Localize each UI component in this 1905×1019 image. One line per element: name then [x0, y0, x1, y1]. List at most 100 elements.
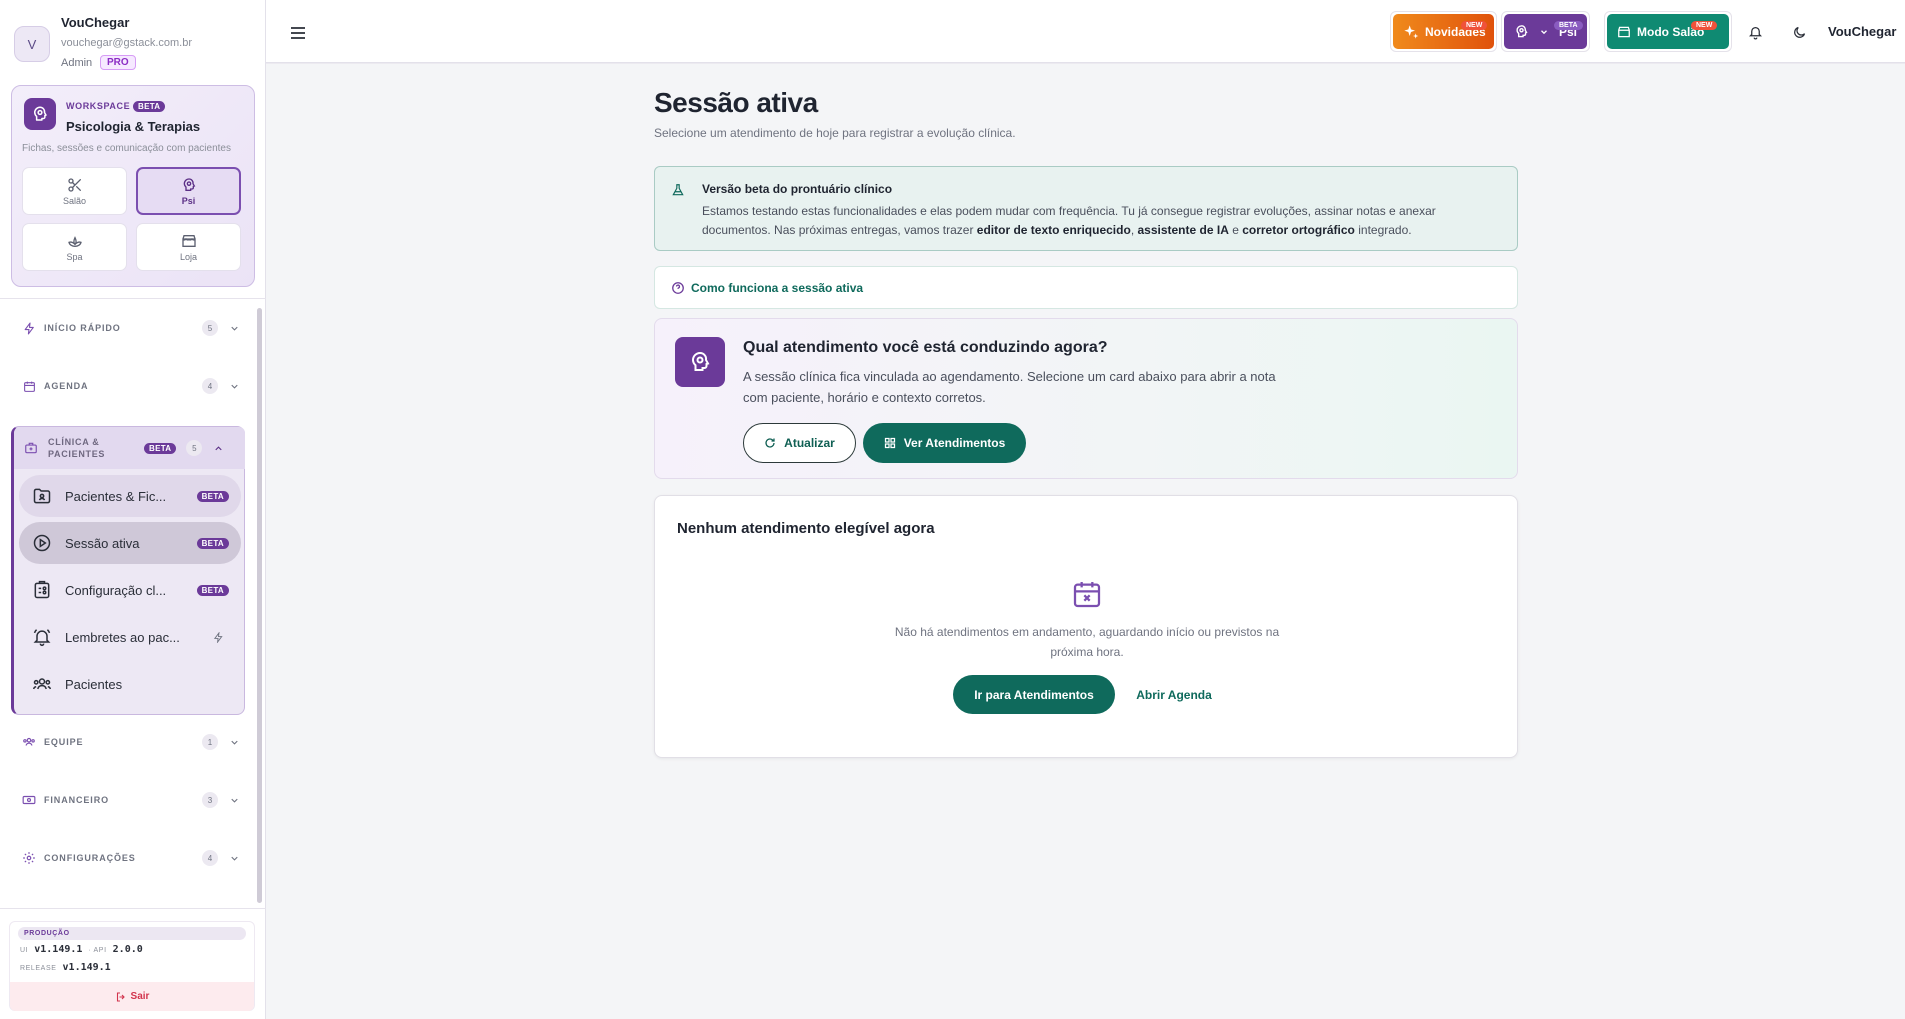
version-value: v1.149.1: [62, 962, 111, 973]
sidebar-item-patients-records[interactable]: Pacientes & Fic... BETA: [19, 475, 241, 517]
chevron-down-icon: [230, 326, 238, 331]
workspace-tile-salao[interactable]: Salão: [22, 167, 127, 215]
nav-section-agenda[interactable]: AGENDA 4: [14, 372, 240, 400]
nav-count-badge: 4: [202, 378, 218, 394]
brain-icon: [183, 177, 195, 191]
nav-section-settings[interactable]: CONFIGURAÇÕES 4: [14, 844, 240, 872]
top-bar: Novidades NEW Psi BETA Modo Salão NEW Vo…: [266, 0, 1905, 63]
logout-button[interactable]: Sair: [10, 982, 254, 1011]
clipboard-settings-icon: [34, 580, 50, 599]
workspace-tile-label: Loja: [179, 251, 197, 262]
top-user-name[interactable]: VouChegar: [1828, 24, 1896, 39]
beta-badge: BETA: [196, 490, 229, 502]
divider: [0, 298, 266, 299]
team-icon: [23, 737, 35, 746]
version-key: API: [93, 947, 107, 954]
divider: [0, 908, 266, 909]
brain-icon: [1516, 25, 1528, 38]
menu-icon[interactable]: [290, 26, 306, 40]
nav-section-label: CONFIGURAÇÕES: [44, 853, 136, 863]
nav-count-badge: 5: [202, 320, 218, 336]
store-icon: [181, 234, 196, 247]
nav-section-quick-start[interactable]: INÍCIO RÁPIDO 5: [14, 314, 240, 342]
sidebar-item-patients[interactable]: Pacientes: [19, 663, 241, 705]
new-badge: NEW: [1691, 21, 1718, 30]
user-header[interactable]: V VouChegar vouchegar@gstack.com.br Admi…: [12, 14, 255, 74]
user-name: VouChegar: [61, 15, 130, 30]
nav-section-team[interactable]: EQUIPE 1: [14, 728, 240, 756]
sidebar-item-active-session[interactable]: Sessão ativa BETA: [19, 522, 241, 564]
user-email: vouchegar@gstack.com.br: [61, 37, 193, 49]
grid-icon: [884, 437, 895, 449]
chevron-down-icon: [230, 384, 238, 389]
folder-user-icon: [33, 488, 51, 504]
sidebar-item-label: Pacientes & Fic...: [65, 488, 167, 504]
workspace-switcher-button[interactable]: Psi BETA: [1501, 11, 1590, 52]
beta-badge: BETA: [196, 537, 229, 549]
workspace-tile-loja[interactable]: Loja: [136, 223, 241, 271]
beta-notice-feature: editor de texto enriquecido: [976, 223, 1131, 237]
nav-section-label: CLÍNICA & PACIENTES: [48, 437, 106, 459]
lotus-icon: [67, 235, 82, 247]
sidebar-item-label: Configuração cl...: [65, 582, 167, 598]
view-appointments-button[interactable]: Ver Atendimentos: [863, 423, 1026, 463]
beta-notice-text: Estamos testando estas funcionalidades e…: [702, 202, 1492, 240]
workspace-name: Psicologia & Terapias: [66, 119, 201, 134]
how-it-works-label: Como funciona a sessão ativa: [691, 280, 864, 295]
nav-section-finance[interactable]: FINANCEIRO 3: [14, 786, 240, 814]
bell-icon[interactable]: [1748, 24, 1763, 40]
beta-notice-text-part: integrado.: [1354, 223, 1412, 237]
page-title: Sessão ativa: [654, 87, 818, 118]
refresh-icon: [765, 438, 775, 448]
beta-notice-feature: corretor ortográfico: [1242, 223, 1355, 237]
workspace-tile-psi[interactable]: Psi: [136, 167, 241, 215]
bolt-icon: [24, 322, 34, 334]
calendar-x-icon: [1071, 578, 1103, 610]
sidebar-item-patient-reminders[interactable]: Lembretes ao pac...: [19, 616, 241, 658]
plan-badge: PRO: [100, 55, 136, 70]
refresh-label: Atualizar: [784, 436, 835, 450]
open-agenda-link[interactable]: Abrir Agenda: [1125, 675, 1223, 714]
new-badge: NEW: [1461, 21, 1488, 30]
gear-icon: [23, 852, 35, 864]
workspace-label: WORKSPACE: [66, 101, 131, 111]
chevron-down-icon: [230, 856, 238, 861]
how-it-works-toggle[interactable]: Como funciona a sessão ativa: [654, 266, 1518, 309]
beta-badge: BETA: [196, 584, 229, 596]
avatar[interactable]: V: [14, 26, 50, 62]
refresh-button[interactable]: Atualizar: [743, 423, 856, 463]
store-icon: [1618, 26, 1630, 37]
session-selector-description: A sessão clínica fica vinculada ao agend…: [743, 369, 1276, 405]
salon-mode-button[interactable]: Modo Salão NEW: [1604, 11, 1732, 52]
empty-state-card: Nenhum atendimento elegível agora Não há…: [654, 495, 1518, 758]
sidebar-item-clinic-settings[interactable]: Configuração cl... BETA: [19, 569, 241, 611]
nav-section-label: EQUIPE: [44, 737, 84, 747]
beta-notice-feature: assistente de IA: [1137, 223, 1229, 237]
news-button[interactable]: Novidades NEW: [1390, 11, 1497, 52]
workspace-tile-label: Salão: [62, 195, 87, 206]
empty-state-message: Não há atendimentos em andamento, aguard…: [894, 625, 1280, 659]
logout-icon: [116, 991, 125, 1002]
logout-label: Sair: [130, 991, 150, 1002]
brain-icon: [24, 98, 56, 130]
page-subtitle: Selecione um atendimento de hoje para re…: [654, 126, 1016, 140]
nav-section-label: AGENDA: [44, 381, 89, 391]
nav-section-clinic-header[interactable]: CLÍNICA & PACIENTES BETA 5: [14, 427, 245, 469]
user-role: Admin: [61, 57, 93, 69]
nav-count-badge: 5: [186, 440, 203, 456]
moon-icon[interactable]: [1792, 25, 1807, 40]
beta-notice: Versão beta do prontuário clínico Estamo…: [654, 166, 1518, 251]
version-key: UI: [20, 947, 29, 954]
version-footer: PRODUÇÃO UI v1.149.1 · API 2.0.0 RELEASE…: [9, 921, 255, 1011]
version-line-release: RELEASE v1.149.1: [20, 962, 111, 973]
go-to-appointments-button[interactable]: Ir para Atendimentos: [953, 675, 1115, 714]
workspace-description: Fichas, sessões e comunicação com pacien…: [22, 143, 231, 154]
session-selector-title: Qual atendimento você está conduzindo ag…: [743, 339, 1108, 356]
workspace-tile-spa[interactable]: Spa: [22, 223, 127, 271]
workspace-card: WORKSPACE BETA Psicologia & Terapias Fic…: [11, 85, 255, 287]
nav-count-badge: 1: [202, 734, 218, 750]
medical-briefcase-icon: [25, 442, 37, 454]
scissors-icon: [67, 177, 81, 192]
nav-count-badge: 3: [202, 792, 218, 808]
sidebar-scrollbar[interactable]: [257, 308, 262, 903]
